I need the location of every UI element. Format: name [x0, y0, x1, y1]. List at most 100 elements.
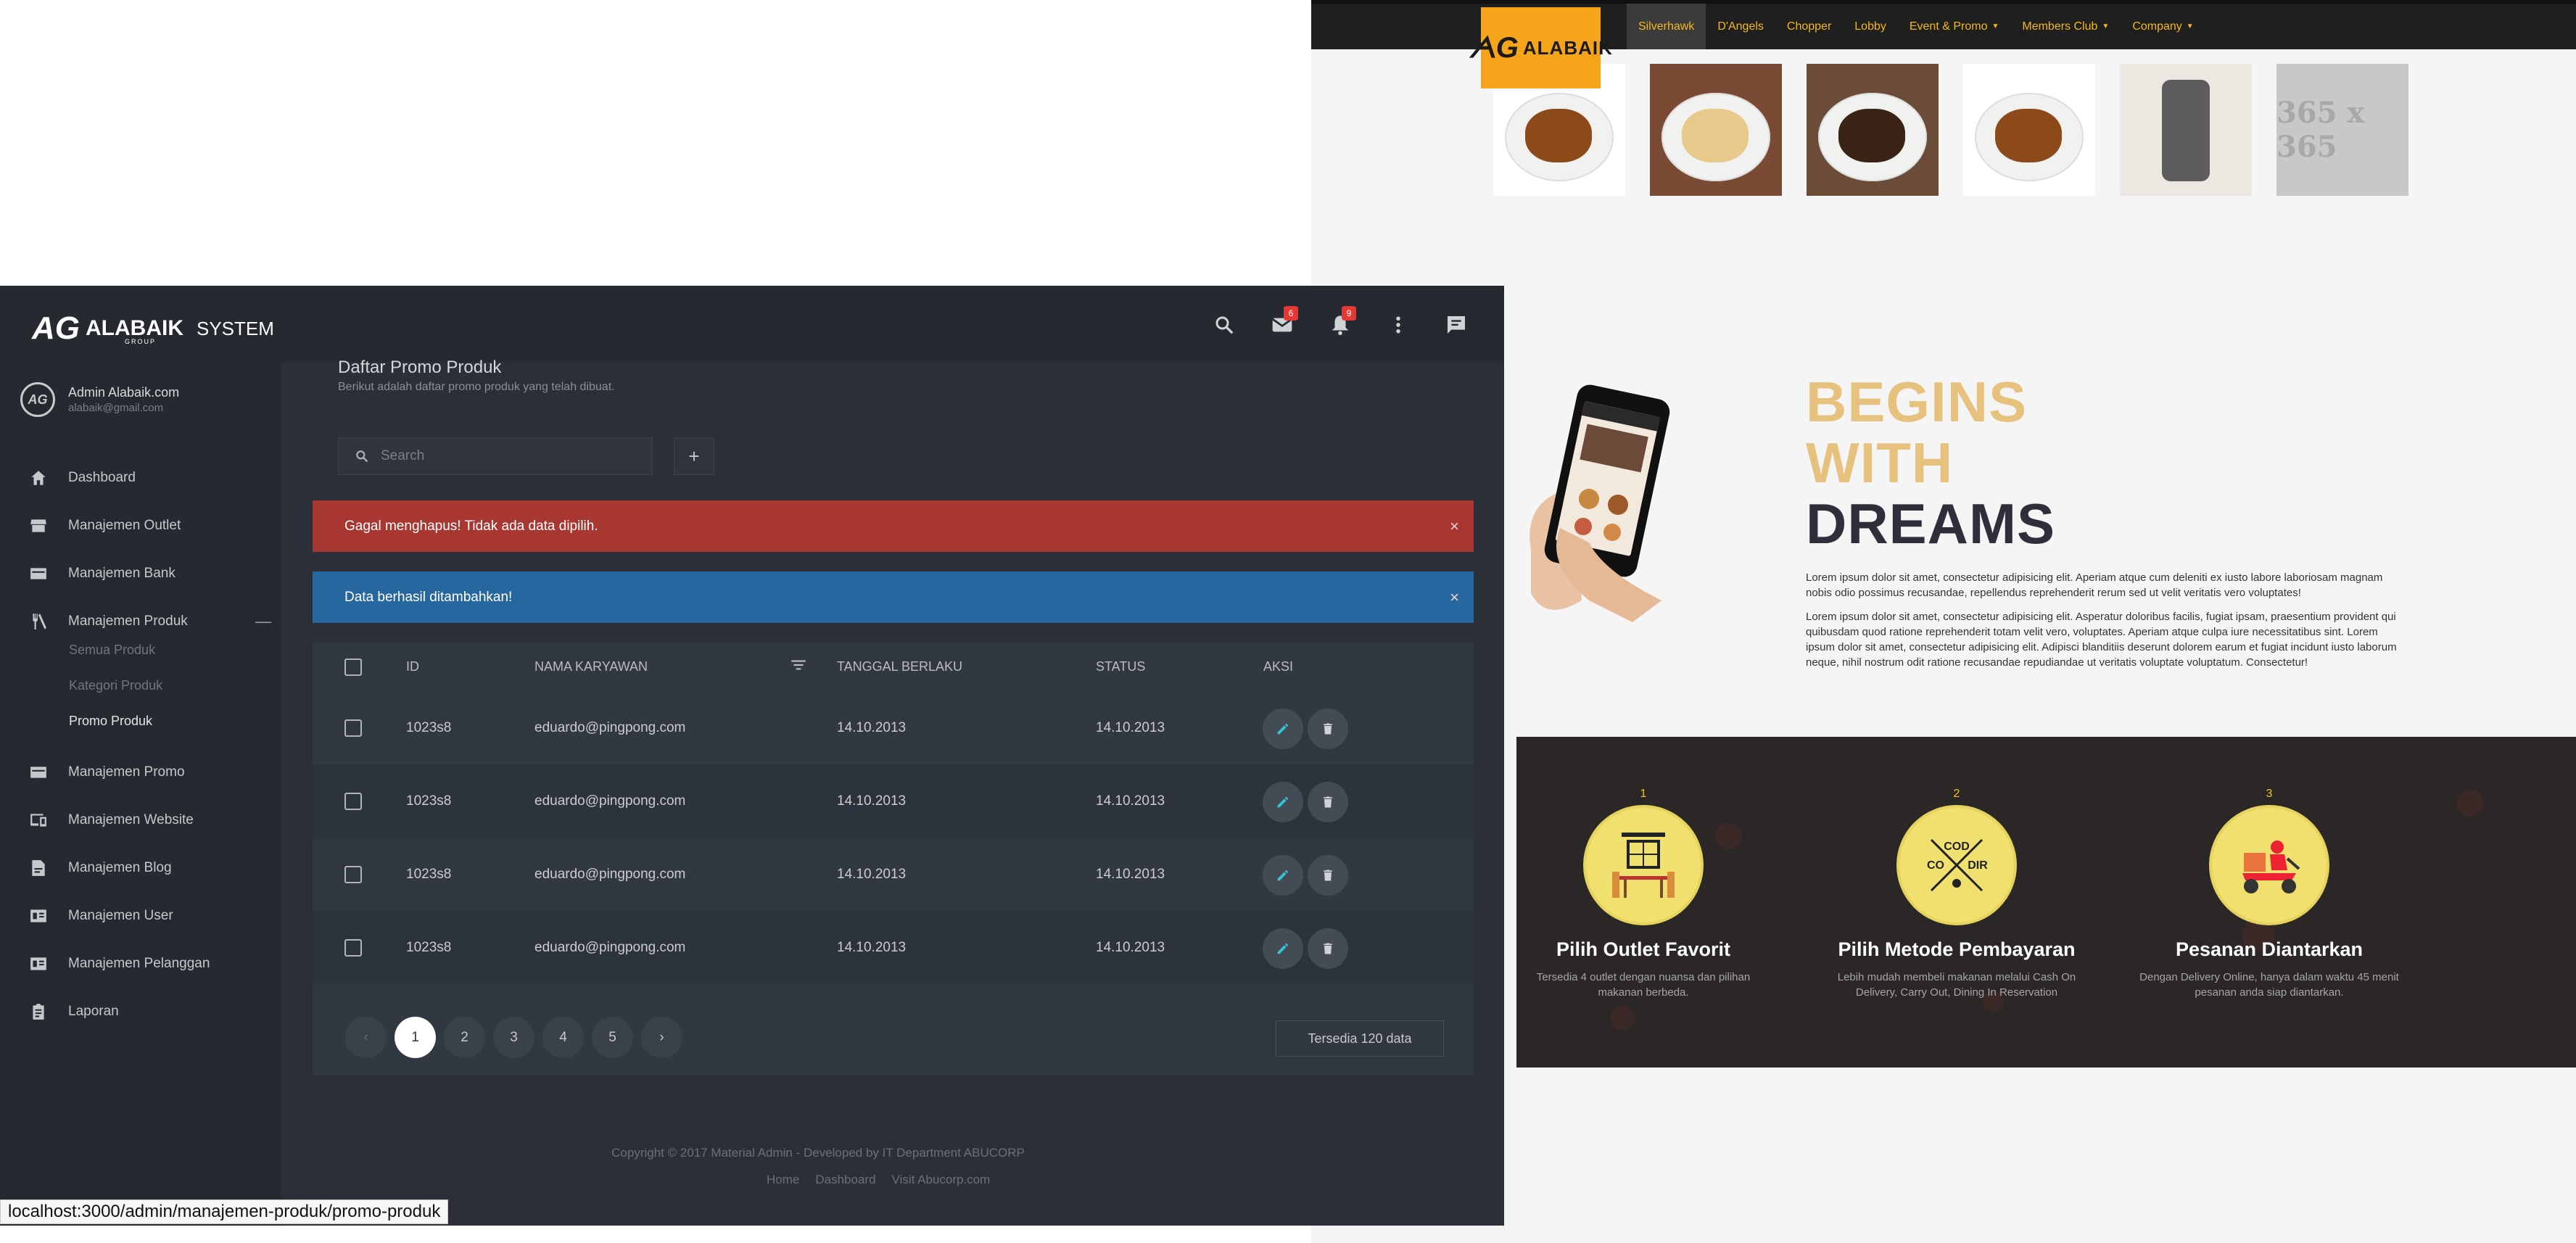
promo-table: ID NAMA KARYAWAN TANGGAL BERLAKU STATUS … — [313, 643, 1474, 1075]
table-row: 1023s8 eduardo@pingpong.com 14.10.2013 1… — [313, 691, 1474, 764]
menu-manajemen-bank[interactable]: Manajemen Bank — [29, 559, 176, 588]
page-button-1[interactable]: 1 — [395, 1017, 436, 1058]
thumb-coffee[interactable] — [2120, 64, 2252, 196]
thumb-placeholder[interactable]: 365 x 365 — [2276, 64, 2408, 196]
how-it-works-section: 1 Pilih Outlet Favorit Tersedia 4 outlet… — [1516, 737, 2576, 1068]
alert-success: Data berhasil ditambahkan! × — [313, 571, 1474, 623]
menu-manajemen-user[interactable]: Manajemen User — [29, 901, 173, 930]
credit-card-icon — [30, 767, 46, 778]
page-title: Daftar Promo Produk — [338, 358, 502, 377]
site-nav: Silverhawk D'Angels Chopper Lobby Event … — [1627, 4, 2205, 49]
delete-button[interactable] — [1308, 928, 1348, 969]
thumb-spring-rolls[interactable] — [1650, 64, 1782, 196]
trash-icon — [1324, 796, 1332, 808]
edit-button[interactable] — [1263, 928, 1303, 969]
trash-icon — [1324, 943, 1332, 954]
page-button-2[interactable]: 2 — [444, 1017, 485, 1058]
search-icon[interactable] — [1210, 310, 1239, 339]
row-checkbox[interactable] — [344, 865, 362, 883]
footer-link-dashboard[interactable]: Dashboard — [815, 1173, 875, 1187]
menu-manajemen-website[interactable]: Manajemen Website — [29, 806, 194, 835]
user-name: Admin Alabaik.com — [68, 385, 180, 400]
mail-icon[interactable]: 6 — [1268, 306, 1298, 339]
menu-manajemen-promo[interactable]: Manajemen Promo — [29, 758, 185, 787]
logo-mark: ᗅG — [1469, 31, 1519, 64]
menu-manajemen-pelanggan[interactable]: Manajemen Pelanggan — [29, 949, 210, 978]
table-row: 1023s8 eduardo@pingpong.com 14.10.2013 1… — [313, 838, 1474, 911]
nav-members-club[interactable]: Members Club ▼ — [2010, 4, 2121, 49]
table-row: 1023s8 eduardo@pingpong.com 14.10.2013 1… — [313, 764, 1474, 838]
admin-sidebar: AG Admin Alabaik.com alabaik@gmail.com D… — [0, 362, 281, 1226]
svg-text:COD: COD — [1944, 841, 1970, 853]
nav-event-promo[interactable]: Event & Promo ▼ — [1898, 4, 2011, 49]
thumb-fried-chicken[interactable] — [1807, 64, 1939, 196]
nav-company[interactable]: Company ▼ — [2121, 4, 2205, 49]
home-icon — [31, 471, 46, 485]
chat-icon[interactable] — [1442, 310, 1471, 339]
menu-dashboard[interactable]: Dashboard — [29, 463, 136, 492]
page-button-4[interactable]: 4 — [542, 1017, 584, 1058]
edit-button[interactable] — [1263, 855, 1303, 896]
site-logo[interactable]: ᗅG ALABAIK — [1469, 7, 1612, 88]
step-2: 2 COD CO DIR Pilih Metode Pembayaran Leb… — [1837, 788, 2076, 999]
search-box — [338, 437, 653, 475]
nav-dangels[interactable]: D'Angels — [1706, 4, 1775, 49]
menu-manajemen-blog[interactable]: Manajemen Blog — [29, 854, 172, 883]
thumb-fried-rice-egg[interactable] — [1963, 64, 2095, 196]
close-icon[interactable]: × — [1450, 517, 1459, 536]
footer-link-home[interactable]: Home — [767, 1173, 799, 1187]
row-checkbox[interactable] — [344, 792, 362, 810]
delete-button[interactable] — [1308, 855, 1348, 896]
product-thumbnails: 365 x 365 — [1493, 64, 2408, 196]
submenu-semua-produk[interactable]: Semua Produk — [69, 643, 155, 658]
restaurant-icon — [33, 614, 46, 629]
page-button-5[interactable]: 5 — [592, 1017, 633, 1058]
table-row: 1023s8 eduardo@pingpong.com 14.10.2013 1… — [313, 911, 1474, 984]
svg-text:CO: CO — [1927, 859, 1944, 872]
search-input[interactable] — [381, 448, 642, 464]
phone-in-hand-image — [1530, 384, 1670, 622]
avatar: AG — [20, 382, 55, 417]
admin-content: Daftar Promo Produk Berikut adalah dafta… — [281, 358, 1504, 1226]
notification-bell-icon[interactable]: 9 — [1326, 306, 1356, 339]
menu-manajemen-outlet[interactable]: Manajemen Outlet — [29, 511, 181, 540]
menu-laporan[interactable]: Laporan — [29, 997, 119, 1026]
devices-icon — [30, 814, 46, 827]
clipboard-icon — [33, 1004, 44, 1020]
edit-button[interactable] — [1263, 709, 1303, 749]
caret-down-icon: ▼ — [2102, 22, 2110, 30]
user-profile[interactable]: AG Admin Alabaik.com alabaik@gmail.com — [20, 382, 179, 417]
submenu-kategori-produk[interactable]: Kategori Produk — [69, 678, 162, 693]
edit-button[interactable] — [1263, 782, 1303, 822]
more-vert-icon[interactable] — [1384, 310, 1413, 339]
caret-down-icon: ▼ — [1991, 22, 1999, 30]
menu-manajemen-produk[interactable]: Manajemen Produk — — [29, 607, 271, 636]
collapse-icon[interactable]: — — [255, 612, 271, 631]
pencil-icon — [1277, 870, 1289, 881]
submenu-promo-produk[interactable]: Promo Produk — [69, 714, 152, 729]
nav-chopper[interactable]: Chopper — [1775, 4, 1843, 49]
id-card-icon — [30, 909, 46, 922]
hero-headline: BEGINS WITH DREAMS — [1806, 370, 2056, 556]
add-button[interactable]: + — [674, 437, 714, 475]
nav-silverhawk[interactable]: Silverhawk — [1627, 4, 1706, 49]
sort-icon[interactable] — [789, 656, 808, 678]
admin-panel: AG ALABAIK SYSTEM GROUP 6 9 AG Admin Ala… — [0, 286, 1504, 1226]
nav-lobby[interactable]: Lobby — [1843, 4, 1898, 49]
delete-button[interactable] — [1308, 709, 1348, 749]
step-3: 3 Pesanan Diantarkan Dengan Delivery Onl… — [2139, 788, 2399, 999]
pencil-icon — [1277, 943, 1289, 954]
admin-brand-logo[interactable]: AG ALABAIK SYSTEM GROUP — [32, 310, 274, 347]
delete-button[interactable] — [1308, 782, 1348, 822]
row-checkbox[interactable] — [344, 719, 362, 737]
admin-topbar: AG ALABAIK SYSTEM GROUP 6 9 — [0, 286, 1504, 362]
select-all-checkbox[interactable] — [344, 658, 362, 676]
footer-link-abucorp[interactable]: Visit Abucorp.com — [892, 1173, 991, 1187]
hero-paragraph-2: Lorem ipsum dolor sit amet, consectetur … — [1806, 611, 2397, 669]
row-checkbox[interactable] — [344, 938, 362, 957]
prev-page-button[interactable]: ‹ — [345, 1017, 387, 1058]
next-page-button[interactable]: › — [641, 1017, 682, 1058]
page-button-3[interactable]: 3 — [493, 1017, 534, 1058]
close-icon[interactable]: × — [1450, 588, 1459, 607]
page-subtitle: Berikut adalah daftar promo produk yang … — [338, 381, 615, 393]
